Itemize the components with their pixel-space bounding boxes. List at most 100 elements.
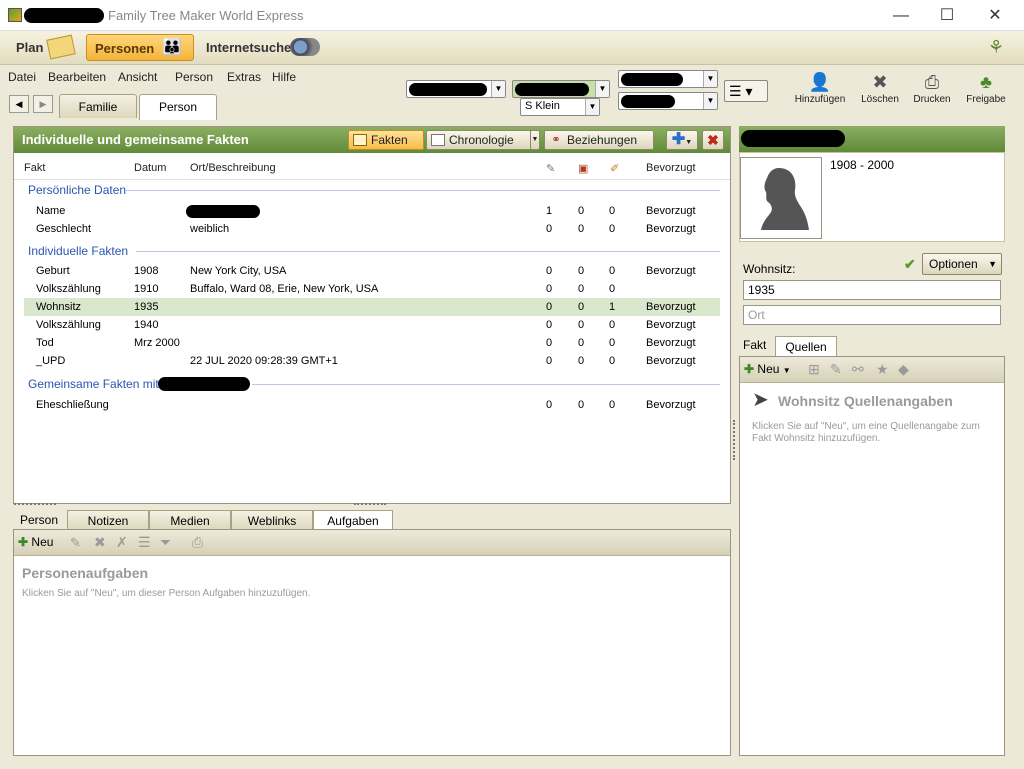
add-fact-button[interactable]: ✚▼ bbox=[666, 130, 698, 150]
view-list-icon[interactable]: ☰ ▾ bbox=[724, 80, 768, 102]
chronology-view-button[interactable]: Chronologie bbox=[426, 130, 538, 150]
mother-father-selector[interactable]: ▼ bbox=[618, 70, 718, 88]
chevron-down-icon: ▼ bbox=[703, 71, 717, 87]
sources-toolbar: ✚ Neu ▼ ⊞ ✎ ⚯ ★ ◆ bbox=[740, 357, 1004, 383]
app-icon bbox=[8, 8, 22, 22]
notes-column-icon[interactable]: ✐ bbox=[610, 162, 619, 175]
menu-hilfe[interactable]: Hilfe bbox=[272, 70, 296, 84]
facts-view-button[interactable]: Fakten bbox=[348, 130, 424, 150]
tab-weblinks[interactable]: Weblinks bbox=[231, 510, 313, 530]
spouse-name: S Klein bbox=[525, 100, 560, 112]
person-selector[interactable]: ▼ bbox=[512, 80, 610, 98]
maximize-button[interactable]: ☐ bbox=[924, 2, 970, 30]
col-fact[interactable]: Fakt bbox=[24, 162, 45, 174]
nav-personen[interactable]: Personen 👪 bbox=[86, 34, 194, 61]
delete-person-button[interactable]: ✖ Löschen bbox=[854, 70, 906, 112]
back-arrow-icon[interactable]: ◀ bbox=[9, 95, 29, 113]
tab-notizen[interactable]: Notizen bbox=[67, 510, 149, 530]
delete-all-icon[interactable]: ✗ bbox=[116, 534, 128, 551]
add-person-button[interactable]: 👤 Hinzufügen bbox=[794, 70, 846, 112]
minimize-button[interactable]: — bbox=[878, 2, 924, 30]
link-icon[interactable]: ⚯ bbox=[852, 361, 864, 378]
source-edit-icon[interactable]: ⊞ bbox=[808, 361, 820, 378]
menu-ansicht[interactable]: Ansicht bbox=[118, 70, 157, 84]
menu-datei[interactable]: Datei bbox=[8, 70, 36, 84]
chevron-down-icon: ▼ bbox=[685, 139, 693, 146]
binoculars-icon bbox=[290, 38, 320, 56]
delete-fact-button[interactable]: ✖ bbox=[702, 130, 724, 150]
printer-icon: ⎙ bbox=[924, 72, 940, 92]
relationships-view-button[interactable]: ⚭ Beziehungen bbox=[544, 130, 654, 150]
printer-icon[interactable]: ⎙ bbox=[192, 534, 203, 551]
nav-plan[interactable]: Plan bbox=[8, 34, 78, 61]
add-person-icon: 👤 bbox=[808, 72, 832, 92]
tab-person-bottom[interactable]: Person bbox=[13, 510, 65, 530]
remove-icon[interactable]: ◆ bbox=[898, 361, 909, 378]
table-row[interactable]: Geburt 1908 New York City, USA 0 0 0 Bev… bbox=[24, 262, 720, 280]
options-button[interactable]: Optionen ▼ bbox=[922, 253, 1002, 275]
table-row[interactable]: Eheschließung 0 0 0 Bevorzugt bbox=[24, 396, 720, 414]
tab-person[interactable]: Person bbox=[139, 94, 217, 120]
nav-plan-label: Plan bbox=[16, 40, 44, 55]
chevron-down-icon: ▼ bbox=[491, 81, 505, 97]
redacted-user-name bbox=[24, 8, 104, 23]
menu-person[interactable]: Person bbox=[175, 70, 213, 84]
list-icon[interactable]: ☰ bbox=[138, 534, 151, 551]
close-button[interactable]: ✕ bbox=[972, 2, 1018, 30]
tasks-title: Personenaufgaben bbox=[22, 565, 149, 581]
table-row-selected[interactable]: Wohnsitz 1935 0 0 1 Bevorzugt bbox=[24, 298, 720, 316]
spouse-selector[interactable]: S Klein ▼ bbox=[520, 98, 600, 116]
star-icon[interactable]: ★ bbox=[876, 361, 889, 378]
share-tree-icon: ♣ bbox=[980, 72, 992, 92]
tab-familie[interactable]: Familie bbox=[59, 94, 137, 118]
forward-arrow-icon[interactable]: ▶ bbox=[33, 95, 53, 113]
tab-aufgaben[interactable]: Aufgaben bbox=[313, 510, 393, 530]
edit-icon[interactable]: ✎ bbox=[70, 535, 81, 551]
menu-bar: Datei Bearbeiten Ansicht Person Extras H… bbox=[0, 66, 400, 88]
facts-panel-header: Individuelle und gemeinsame Fakten Fakte… bbox=[14, 127, 730, 153]
fact-date-field[interactable]: 1935 bbox=[743, 280, 1001, 300]
relationships-icon: ⚭ bbox=[551, 134, 561, 146]
col-preferred[interactable]: Bevorzugt bbox=[646, 162, 696, 174]
delete-person-icon: ✖ bbox=[872, 72, 888, 92]
facts-panel-title: Individuelle und gemeinsame Fakten bbox=[22, 132, 249, 147]
chevron-down-icon: ▼ bbox=[595, 81, 609, 97]
section-shared-facts: Gemeinsame Fakten mit bbox=[28, 377, 159, 391]
tab-medien[interactable]: Medien bbox=[149, 510, 231, 530]
chevron-down-icon[interactable]: ▼ bbox=[530, 130, 540, 150]
print-button[interactable]: ⎙ Drucken bbox=[906, 70, 958, 112]
table-row[interactable]: Volkszählung 1910 Buffalo, Ward 08, Erie… bbox=[24, 280, 720, 298]
filter-icon[interactable]: ⏷ bbox=[160, 534, 171, 551]
section-personal-data: Persönliche Daten bbox=[28, 183, 127, 197]
col-place[interactable]: Ort/Beschreibung bbox=[190, 162, 276, 174]
new-task-button[interactable]: ✚ Neu bbox=[18, 535, 53, 551]
table-row[interactable]: _UPD 22 JUL 2020 09:28:39 GMT+1 0 0 0 Be… bbox=[24, 352, 720, 370]
menu-extras[interactable]: Extras bbox=[227, 70, 261, 84]
new-source-button[interactable]: ✚ Neu ▼ bbox=[744, 362, 791, 376]
table-row[interactable]: Geschlecht weiblich 0 0 0 Bevorzugt bbox=[24, 220, 720, 238]
edit-icon[interactable]: ✎ bbox=[830, 361, 842, 378]
person-photo[interactable] bbox=[740, 157, 822, 239]
nav-internetsuche-label: Internetsuche bbox=[206, 40, 292, 55]
person-header bbox=[739, 126, 1005, 152]
tab-fakt[interactable]: Fakt bbox=[743, 338, 766, 352]
silhouette-icon bbox=[761, 168, 809, 230]
share-button[interactable]: ♣ Freigabe bbox=[960, 70, 1012, 112]
media-column-icon[interactable]: ▣ bbox=[578, 162, 588, 175]
table-row[interactable]: Name 1 0 0 Bevorzugt bbox=[24, 202, 720, 220]
table-row[interactable]: Volkszählung 1940 0 0 0 Bevorzugt bbox=[24, 316, 720, 334]
menu-bearbeiten[interactable]: Bearbeiten bbox=[48, 70, 106, 84]
fact-place-field[interactable]: Ort bbox=[743, 305, 1001, 325]
mother-mother-selector[interactable]: ▼ bbox=[618, 92, 718, 110]
chronology-icon bbox=[431, 134, 445, 146]
father-selector[interactable]: ▼ bbox=[406, 80, 506, 98]
tab-quellen[interactable]: Quellen bbox=[775, 336, 837, 357]
col-date[interactable]: Datum bbox=[134, 162, 166, 174]
sources-column-icon[interactable]: ✎ bbox=[546, 162, 555, 175]
splitter-grip[interactable] bbox=[733, 420, 736, 460]
delete-icon[interactable]: ✖ bbox=[94, 534, 106, 551]
pointer-icon: ➤ bbox=[752, 389, 769, 411]
table-row[interactable]: Tod Mrz 2000 0 0 0 Bevorzugt bbox=[24, 334, 720, 352]
sources-title: Wohnsitz Quellenangaben bbox=[778, 393, 953, 409]
nav-internetsuche[interactable]: Internetsuche bbox=[198, 34, 328, 61]
